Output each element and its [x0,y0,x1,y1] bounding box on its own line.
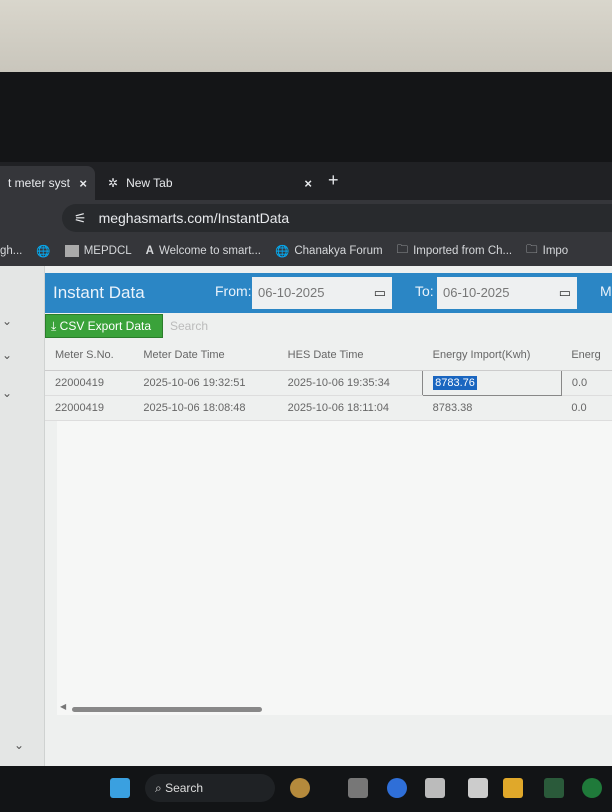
table-header-row: Meter S.No. Meter Date Time HES Date Tim… [45,340,612,371]
chrome-icon: ✲ [108,176,119,190]
cell: 22000419 [45,395,134,421]
app-icon[interactable] [468,778,488,798]
cell: 2025-10-06 18:11:04 [277,395,423,421]
close-icon[interactable]: × [79,176,87,191]
selected-text: 8783.76 [433,375,477,390]
cell: 2025-10-06 19:32:51 [133,370,278,396]
from-date-input[interactable]: 06-10-2025 ▭ [252,277,392,309]
url-text: meghasmarts.com/InstantData [98,210,290,226]
taskbar: ⌕ Search [0,766,612,812]
csv-label: CSV Export Data [59,319,152,333]
sidebar: ⌄ ⌄ ⌄ ⌄ [0,266,45,766]
bookmarks-bar: gh... 🌐 MEPDCL A Welcome to smart... 🌐 Cha… [0,236,612,266]
search-label: Search [165,781,204,795]
header-truncated-label: M [600,283,612,299]
bookmark-label: Welcome to smart... [158,245,262,257]
url-field[interactable]: ⚟ meghasmarts.com/InstantData [62,204,612,232]
bookmark-folder-imported[interactable]: 🗀 Imported from Ch... [397,242,513,261]
store-icon[interactable] [425,778,445,798]
chevron-down-icon[interactable]: ⌄ [2,314,12,328]
cell: 0.0 [561,370,612,396]
horizontal-scrollbar[interactable] [72,707,262,712]
chevron-down-icon[interactable]: ⌄ [2,348,12,362]
taskbar-search[interactable]: ⌕ Search [145,774,275,802]
to-date-value: 06-10-2025 [443,285,510,300]
bookmark-chanakya[interactable]: 🌐 Chanakya Forum [275,244,383,258]
cell-selected[interactable]: 8783.76 [422,369,562,396]
globe-icon: 🌐 [275,246,290,258]
bookmark-welcome[interactable]: A Welcome to smart... [146,245,261,257]
column-header[interactable]: Meter Date Time [133,340,278,371]
bookmark-label: Chanakya Forum [294,245,383,257]
column-header[interactable]: HES Date Time [277,340,423,371]
cell: 22000419 [45,370,134,396]
windows-start-icon[interactable] [110,778,130,798]
to-label: To: [415,283,434,299]
to-date-input[interactable]: 06-10-2025 ▭ [437,277,577,309]
cell: 0.0 [561,395,612,421]
download-icon: ⤓ [51,319,57,333]
whatsapp-icon[interactable] [582,778,602,798]
monitor-bezel [0,72,612,162]
bookmark-label: MEPDCL [83,245,132,257]
instant-data-table: Meter S.No. Meter Date Time HES Date Tim… [45,340,612,421]
chevron-down-icon[interactable]: ⌄ [14,738,24,752]
cell: 2025-10-06 19:35:34 [277,370,423,396]
table-area [57,420,612,715]
chevron-down-icon[interactable]: ⌄ [2,386,12,400]
file-explorer-icon[interactable] [503,778,523,798]
close-icon[interactable]: × [304,176,312,191]
excel-icon[interactable] [544,778,564,798]
column-header[interactable]: Energy Import(Kwh) [422,340,562,371]
cell: 2025-10-06 18:08:48 [133,395,278,421]
site-icon [64,245,79,257]
bookmark-mepdcl[interactable]: MEPDCL [64,245,132,257]
table-row[interactable]: 22000419 2025-10-06 19:32:51 2025-10-06 … [45,369,612,396]
page-title: Instant Data [53,283,145,302]
calendar-icon[interactable]: ▭ [374,285,386,301]
tab-bar: t meter syst × ✲ New Tab × + [0,162,612,200]
table-row[interactable]: 22000419 2025-10-06 18:08:48 2025-10-06 … [45,395,612,421]
address-bar: ⚟ meghasmarts.com/InstantData [0,200,612,236]
scroll-left-arrow[interactable]: ◀ [60,702,66,711]
tab-label: New Tab [126,176,173,190]
folder-icon: 🗀 [526,243,538,256]
search-icon: ⌕ [155,781,162,795]
new-tab-button[interactable]: + [328,170,339,191]
site-settings-icon[interactable]: ⚟ [74,210,87,227]
task-view-icon[interactable] [348,778,368,798]
a-icon: A [145,245,154,257]
widgets-icon[interactable] [290,778,310,798]
csv-export-button[interactable]: ⤓ CSV Export Data [45,314,163,338]
folder-icon: 🗀 [396,243,409,256]
column-header[interactable]: Meter S.No. [45,340,134,371]
bookmark-label: gh... [0,245,23,257]
bookmark-label: Imported from Ch... [413,245,513,257]
calendar-icon[interactable]: ▭ [559,285,571,301]
meet-icon[interactable] [387,778,407,798]
page-content: ⌄ ⌄ ⌄ ⌄ Instant Data From: 06-10-2025 ▭ T… [0,266,612,766]
bookmark-label: Impo [542,245,569,257]
toolbar: ⤓ CSV Export Data Search [45,313,612,340]
bookmark[interactable]: gh... [0,245,22,257]
cell: 8783.38 [422,395,562,421]
column-header[interactable]: Energ [561,340,612,371]
background-wall [0,0,612,72]
from-date-value: 06-10-2025 [258,285,325,300]
search-input[interactable]: Search [165,314,465,338]
tab-new-tab[interactable]: ✲ New Tab × [100,166,320,200]
page-header: Instant Data From: 06-10-2025 ▭ To: 06-10… [45,273,612,313]
from-label: From: [215,283,252,299]
bookmark-folder-impo[interactable]: 🗀 Impo [526,242,568,261]
tab-smart-meter[interactable]: t meter syst × [0,166,95,200]
tab-label: t meter syst [8,176,71,190]
globe-icon[interactable]: 🌐 [36,244,50,258]
